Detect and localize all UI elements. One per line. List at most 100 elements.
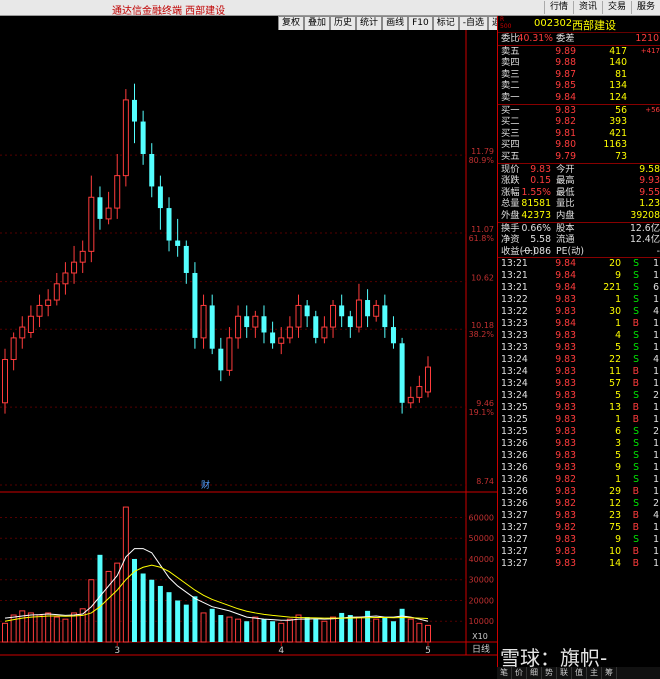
bids-label: 买一 (501, 104, 520, 116)
tick-side: S (633, 534, 639, 546)
tick-time: 13:25 (501, 402, 528, 414)
fundamentals-row: 净资 5.58 流通 12.4亿 (498, 234, 660, 246)
candle-body (295, 304, 302, 328)
tick-row: 13:26 9.83 29 B 1 (498, 486, 660, 498)
stock-tag: R 500 (500, 16, 512, 30)
toolbar-restore-rights-button[interactable]: 复权 (278, 16, 305, 31)
tick-time: 13:23 (501, 318, 528, 330)
volume-bar (235, 618, 242, 643)
tick-price: 9.84 (555, 270, 576, 282)
tick-row: 13:23 9.83 5 S 1 (498, 342, 660, 354)
toolbar-history-button[interactable]: 历史 (330, 16, 357, 31)
price-tick-label: 11.07 (471, 225, 494, 234)
tick-price: 9.83 (555, 426, 576, 438)
tick-volume: 23 (609, 510, 621, 522)
quote-value-2: 9.55 (639, 186, 660, 198)
toolbar-f10-button[interactable]: F10 (408, 16, 433, 31)
candle-body (45, 299, 52, 306)
asks-row: 卖二 9.85 134 (498, 80, 660, 92)
tick-count: 1 (653, 378, 659, 390)
volume-bar (218, 615, 224, 642)
tick-volume: 20 (609, 258, 621, 270)
x-tick-label: 3 (114, 646, 120, 656)
tick-count: 1 (653, 558, 659, 570)
toolbar-watchlist-button[interactable]: -自选 (458, 16, 488, 31)
tick-volume: 1 (615, 318, 621, 330)
quote-label: 现价 (501, 163, 520, 175)
tick-side: B (632, 414, 639, 426)
tick-side: S (633, 438, 639, 450)
bids-label: 买五 (501, 150, 520, 162)
bids-row: 买五 9.79 73 (498, 151, 660, 163)
kline-chart[interactable]: 11.7980.9%11.0761.8%10.6210.1838.2%9.461… (0, 30, 497, 667)
tick-time: 13:27 (501, 522, 528, 534)
volume-bar (407, 618, 414, 643)
stock-code[interactable]: 002302 (534, 18, 572, 29)
toolbar-overlay-button[interactable]: 叠加 (304, 16, 331, 31)
volume-bar (149, 579, 155, 642)
candle-body (79, 250, 86, 263)
candle-body (355, 299, 362, 328)
tick-count: 1 (653, 330, 659, 342)
tick-row: 13:22 9.83 1 S 1 (498, 294, 660, 306)
tick-time: 13:26 (501, 486, 528, 498)
toolbar-draw-button[interactable]: 画线 (382, 16, 409, 31)
asks-price: 9.84 (555, 91, 576, 103)
asks-volume: 417 (609, 45, 627, 57)
stock-header: R 500 002302 西部建设 (498, 16, 660, 33)
bids-volume: 393 (609, 116, 627, 128)
menu-item-trade[interactable]: 交易 (601, 1, 631, 14)
menu-item-news[interactable]: 资讯 (572, 1, 602, 14)
candle-body (36, 304, 43, 317)
tick-row: 13:25 9.83 13 B 1 (498, 402, 660, 414)
candle-body (149, 153, 155, 187)
bids-row: 买二 9.82 393 (498, 116, 660, 128)
quote-value-2: 9.58 (639, 163, 660, 175)
candle-body (365, 300, 371, 317)
quote-row: 外盘 42373 内盘 39208 (498, 210, 660, 222)
tick-price: 9.83 (555, 330, 576, 342)
tick-row: 13:26 9.82 1 S 1 (498, 474, 660, 486)
tick-side: B (632, 318, 639, 330)
fundamentals-label: 换手 (501, 222, 520, 234)
volume-bar (183, 604, 189, 642)
candle-body (27, 315, 34, 333)
bids-price: 9.80 (555, 139, 576, 151)
tick-row: 13:22 9.83 30 S 4 (498, 306, 660, 318)
tick-count: 6 (653, 282, 659, 294)
menu-item-service[interactable]: 服务 (630, 1, 660, 14)
asks-label: 卖一 (501, 91, 520, 103)
volume-bar (88, 579, 95, 643)
toolbar-statistics-button[interactable]: 统计 (356, 16, 383, 31)
candle-body (192, 272, 198, 338)
asks-label: 卖五 (501, 45, 520, 57)
volume-bar (321, 620, 328, 643)
tick-row: 13:26 9.82 12 S 2 (498, 498, 660, 510)
volume-bar (175, 600, 181, 642)
candle-body (114, 175, 121, 209)
quote-value-2: 39208 (630, 209, 660, 221)
volume-bar (390, 621, 396, 642)
asks-volume: 81 (615, 68, 627, 80)
tick-row: 13:21 9.84 9 S 1 (498, 270, 660, 282)
menu-item-quotes[interactable]: 行情 (543, 1, 573, 14)
tick-volume: 9 (615, 270, 621, 282)
stock-name[interactable]: 西部建设 (572, 17, 616, 33)
quote-value: 0.15 (530, 175, 551, 187)
tick-side: S (633, 390, 639, 402)
quote-value: 1.55% (521, 186, 551, 198)
tick-count: 1 (653, 534, 659, 546)
asks-price: 9.89 (555, 45, 576, 57)
tick-row: 13:24 9.83 5 S 2 (498, 390, 660, 402)
asks-row: 卖五 9.89 417 +417 (498, 44, 660, 58)
tick-row: 13:27 9.82 75 B 1 (498, 522, 660, 534)
tick-volume: 6 (615, 426, 621, 438)
toolbar-mark-button[interactable]: 标记 (432, 16, 459, 31)
tick-row: 13:23 9.83 4 S 1 (498, 330, 660, 342)
tick-time: 13:26 (501, 438, 528, 450)
tick-side: B (632, 546, 639, 558)
tick-row: 13:24 9.83 57 B 1 (498, 378, 660, 390)
tick-price: 9.83 (555, 402, 576, 414)
bids-change: +56 (645, 105, 660, 114)
tick-volume: 75 (609, 522, 621, 534)
